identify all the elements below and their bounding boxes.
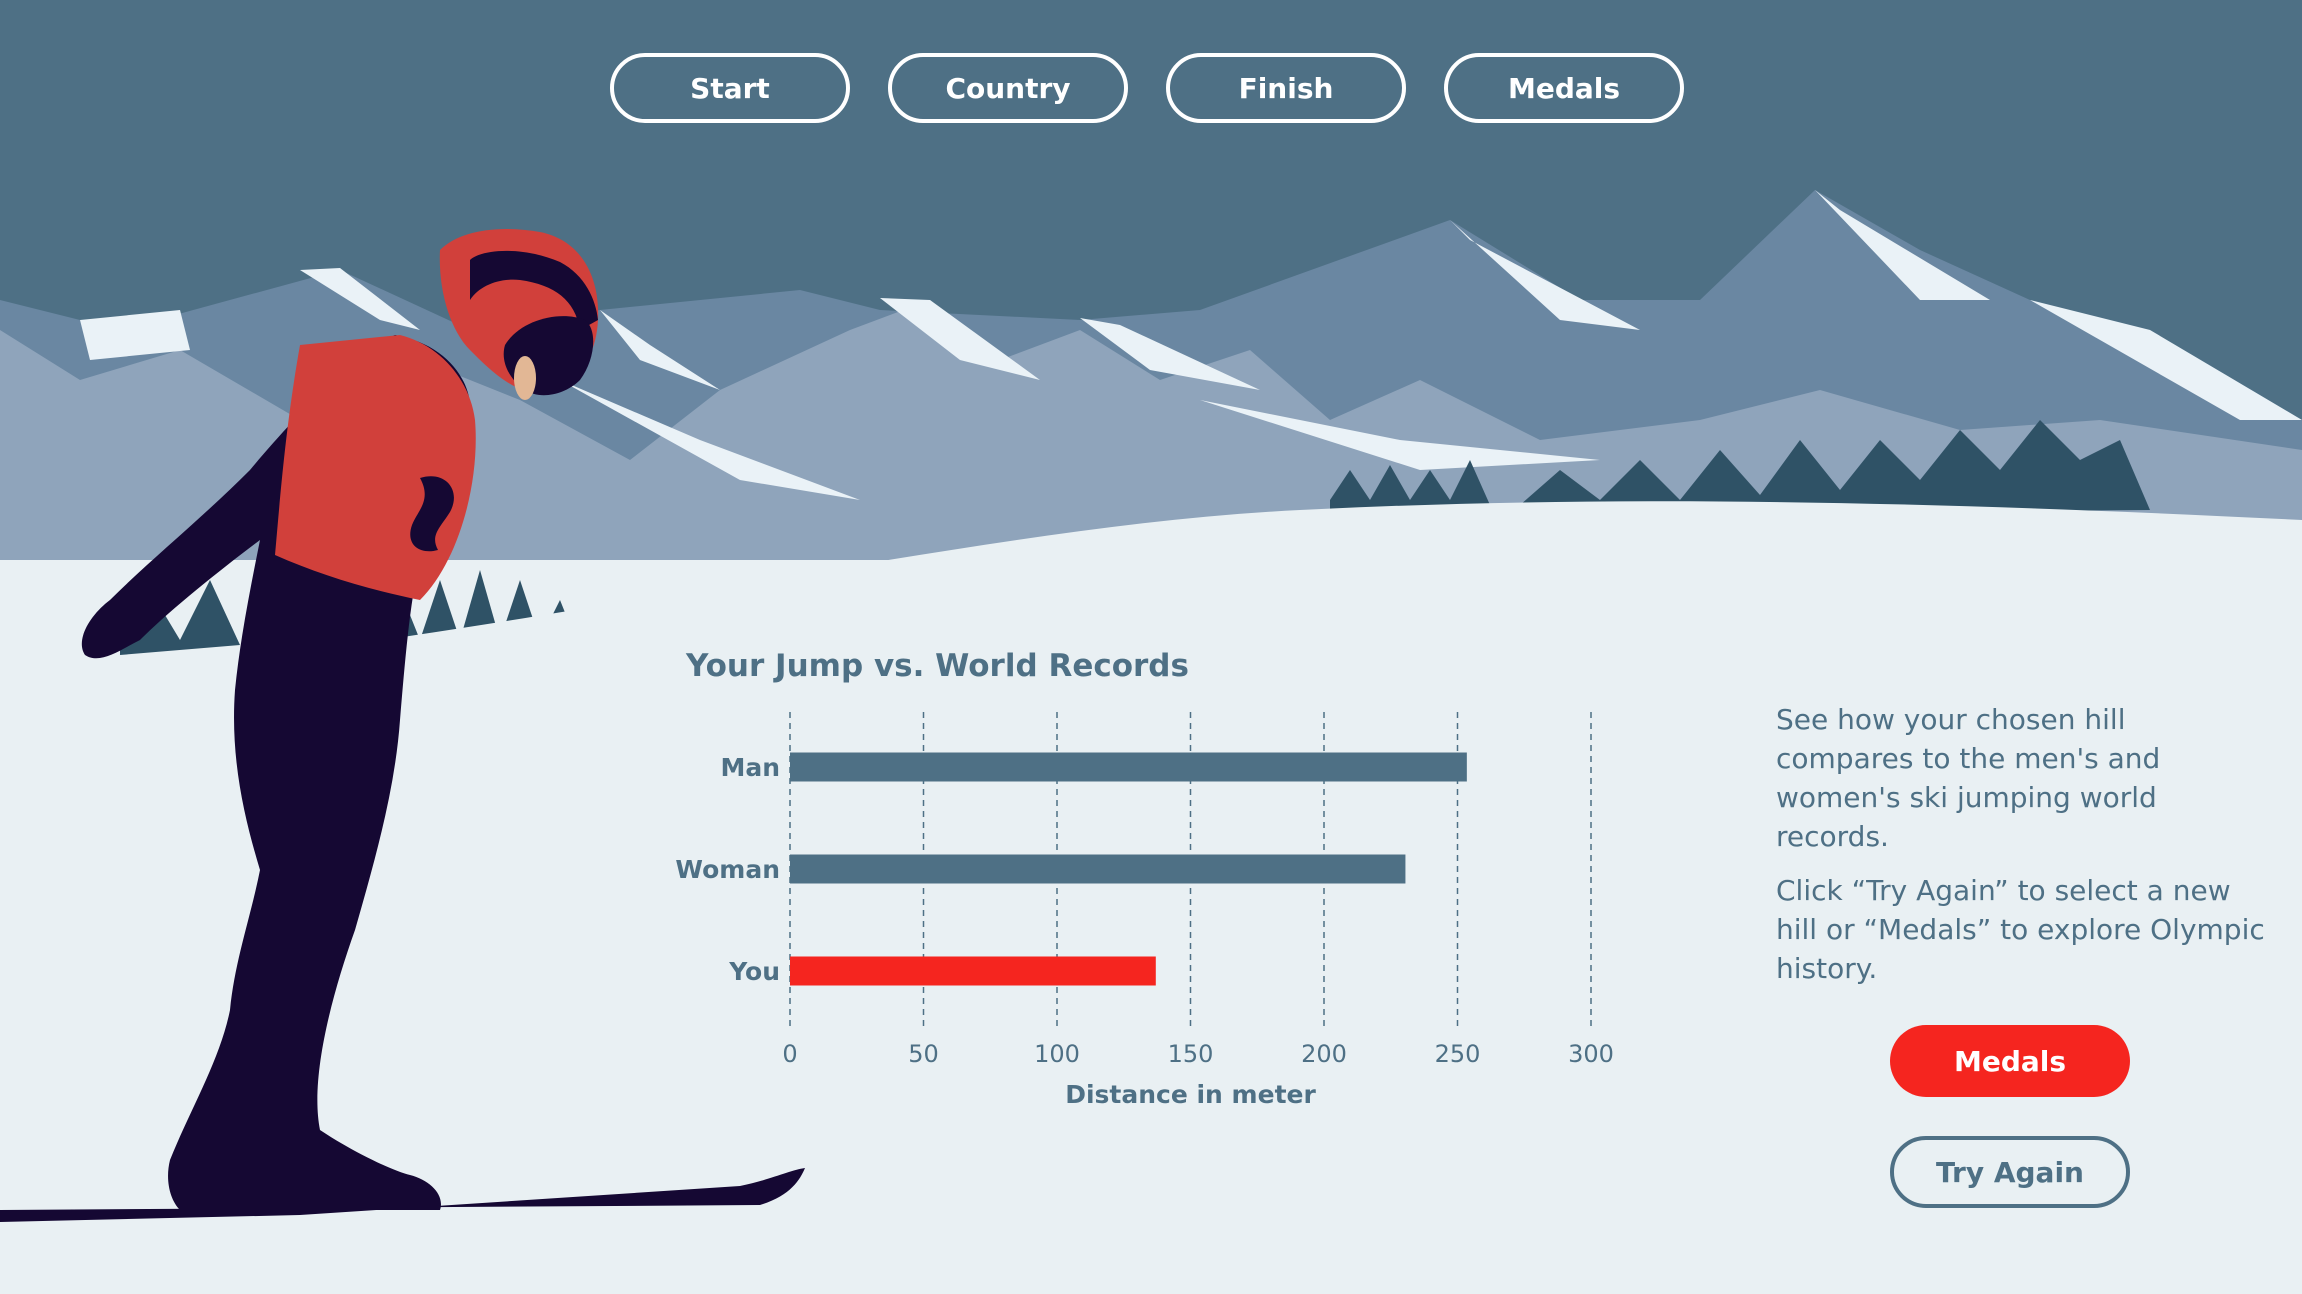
jump-comparison-chart: 0 50 100 150 200 250 300 Man Woman You Distance in… [675,712,1614,1109]
x-tick-label: 100 [1034,1040,1080,1068]
x-tick-label: 0 [782,1040,797,1068]
x-tick-label: 200 [1301,1040,1347,1068]
x-tick-label: 250 [1435,1040,1481,1068]
info-panel: See how your chosen hill compares to the… [1776,700,2266,1003]
x-tick-label: 50 [908,1040,939,1068]
try-again-button[interactable]: Try Again [1890,1136,2130,1208]
bar-man [790,752,1467,782]
category-label: You [728,957,780,986]
info-paragraph-instructions: Click “Try Again” to select a new hill o… [1776,874,2265,985]
category-label: Woman [675,855,780,884]
medals-button[interactable]: Medals [1890,1025,2130,1097]
info-paragraph-compare: See how your chosen hill compares to the… [1776,703,2161,853]
x-tick-label: 150 [1168,1040,1214,1068]
bar-woman [790,854,1406,884]
x-axis-label: Distance in meter [1065,1080,1316,1109]
bar-you [790,956,1156,986]
category-label: Man [720,753,780,782]
x-tick-label: 300 [1568,1040,1614,1068]
